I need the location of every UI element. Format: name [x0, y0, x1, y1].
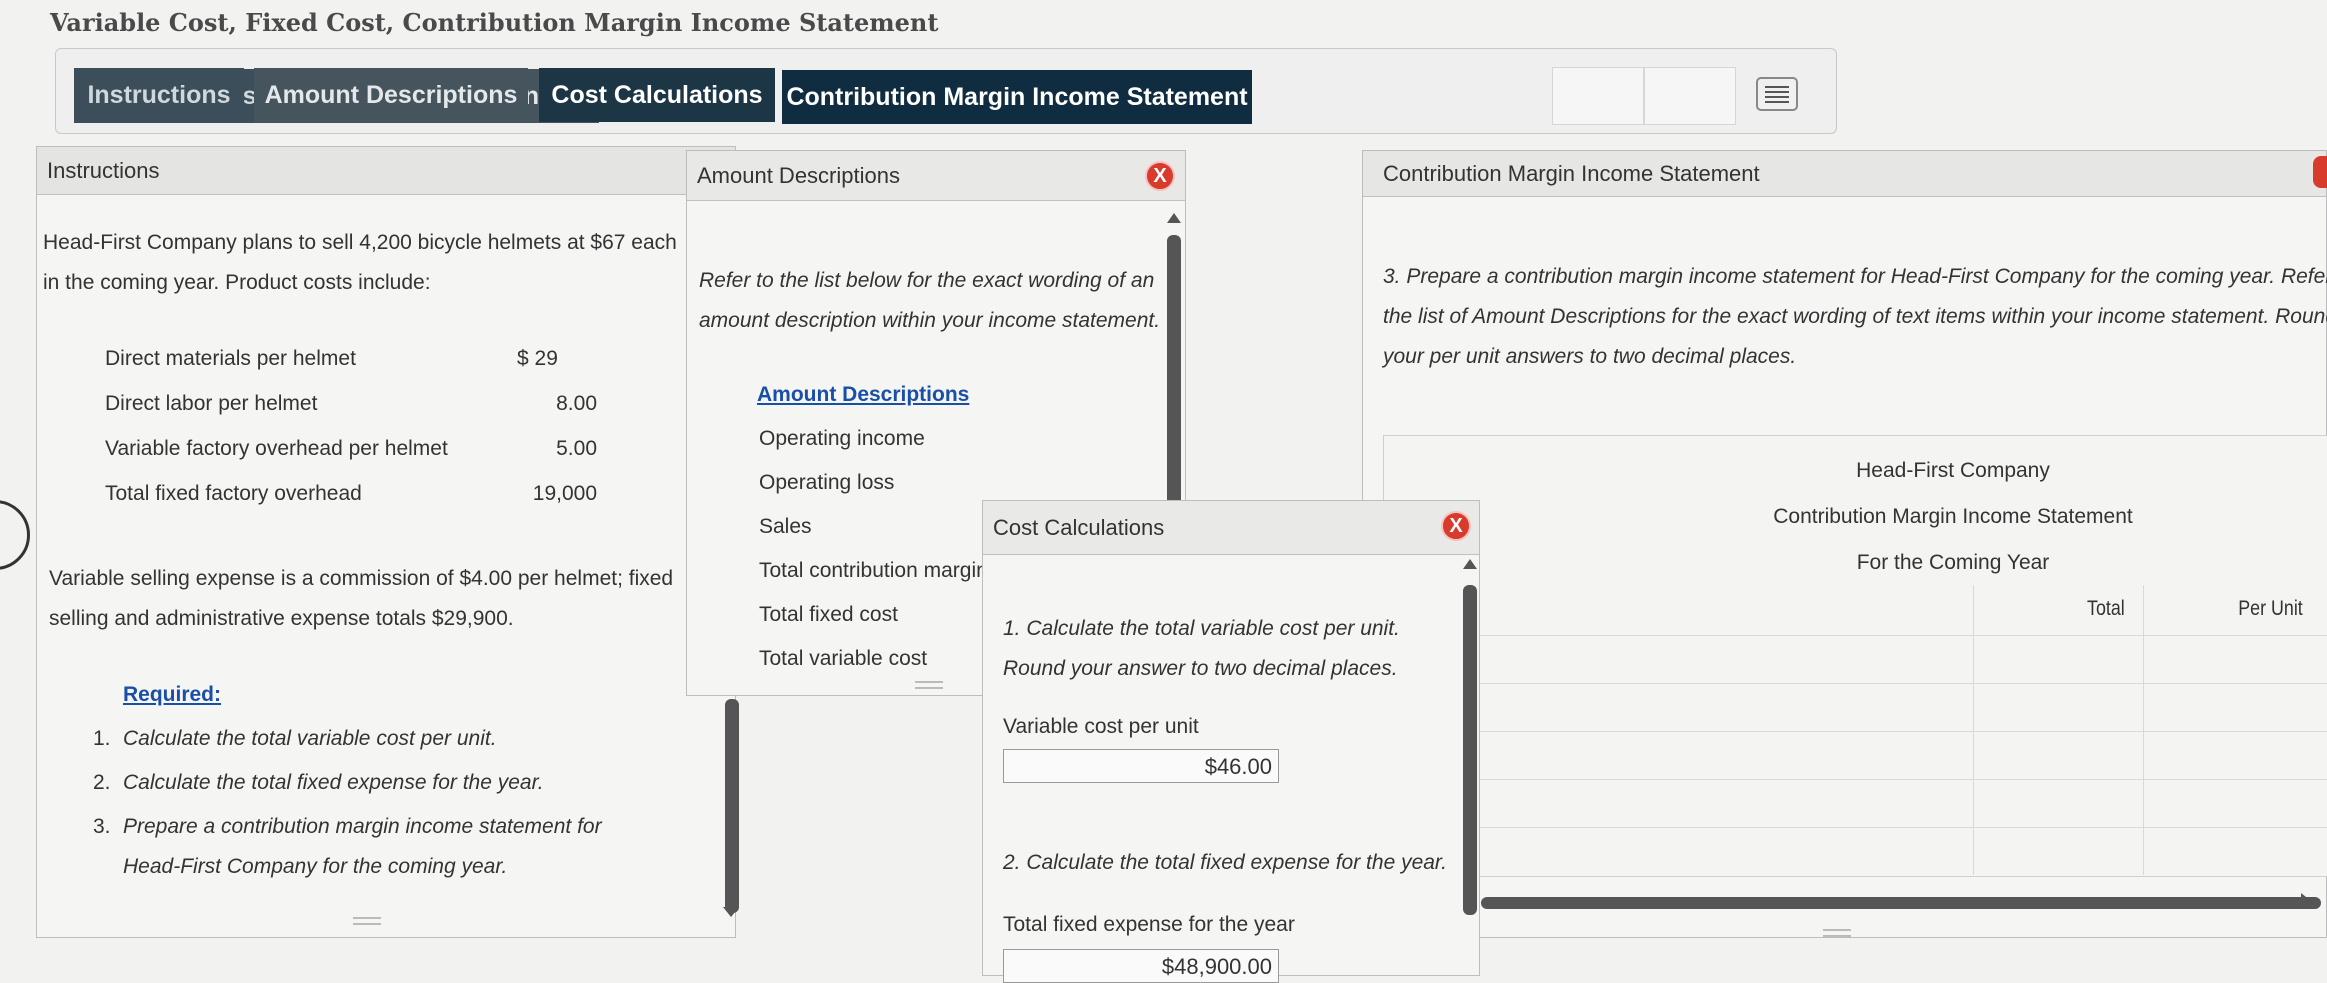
- q1-line1: 1. Calculate the total variable cost per…: [1003, 617, 1400, 640]
- cm-instructions-line2: the list of Amount Descriptions for the …: [1383, 305, 2327, 328]
- column-header-total: Total: [2087, 597, 2125, 620]
- menu-icon[interactable]: [1756, 77, 1798, 111]
- required-item: Prepare a contribution margin income sta…: [123, 815, 602, 838]
- cost-label: Variable factory overhead per helmet: [105, 437, 448, 460]
- tab-instructions-face[interactable]: Instructions: [74, 68, 244, 122]
- page-title: Variable Cost, Fixed Cost, Contribution …: [50, 8, 939, 37]
- statement-period: For the Coming Year: [1856, 551, 2050, 574]
- cm-statement-panel: Contribution Margin Income Statement 3. …: [1362, 150, 2327, 938]
- required-num: 1.: [93, 727, 111, 750]
- q1-line2: Round your answer to two decimal places.: [1003, 657, 1398, 680]
- toolbar-box-2[interactable]: [1644, 67, 1736, 125]
- cm-horizontal-scrollbar[interactable]: [1481, 897, 2321, 909]
- close-icon[interactable]: X: [1145, 161, 1175, 191]
- required-link[interactable]: Required:: [123, 683, 221, 707]
- instructions-header: Instructions: [37, 147, 735, 195]
- required-num: 2.: [93, 771, 111, 794]
- cost-value: 8.00: [556, 392, 597, 415]
- amount-description-item: Sales: [759, 515, 812, 538]
- required-item-cont: Head-First Company for the coming year.: [123, 855, 508, 878]
- tab-amount-descriptions-face[interactable]: Amount Descriptions: [254, 68, 528, 122]
- amount-description-item: Operating loss: [759, 471, 895, 494]
- variable-cost-input[interactable]: $46.00: [1003, 749, 1279, 783]
- cm-statement-table: [1383, 435, 2327, 877]
- tab-contribution-margin-income-statement[interactable]: Contribution Margin Income Statement: [782, 70, 1252, 124]
- amount-description-item: Total contribution margin: [759, 559, 988, 582]
- required-num: 3.: [93, 815, 111, 838]
- scroll-up-icon[interactable]: [1463, 559, 1477, 569]
- cost-value: $ 29: [517, 347, 558, 370]
- amount-description-item: Total fixed cost: [759, 603, 898, 626]
- amount-description-item: Operating income: [759, 427, 925, 450]
- variable-cost-label: Variable cost per unit: [1003, 715, 1199, 738]
- cost-calculations-panel: Cost Calculations X 1. Calculate the tot…: [982, 500, 1480, 983]
- resize-grip[interactable]: [1823, 929, 1851, 937]
- cm-instructions-line3: your per unit answers to two decimal pla…: [1383, 345, 1797, 368]
- cost-value: 19,000: [532, 482, 597, 505]
- cost-label: Direct labor per helmet: [105, 392, 318, 415]
- selling-expense-line2: selling and administrative expense total…: [49, 607, 514, 630]
- scroll-down-icon[interactable]: [723, 907, 739, 917]
- column-header-per-unit: Per Unit: [2238, 597, 2303, 620]
- toolbar-box-1[interactable]: [1552, 67, 1644, 125]
- cost-value: 5.00: [556, 437, 597, 460]
- edge-close-icon[interactable]: [2313, 156, 2327, 188]
- instructions-intro-line2: in the coming year. Product costs includ…: [43, 271, 431, 294]
- instructions-intro-line1: Head-First Company plans to sell 4,200 b…: [43, 231, 677, 254]
- fixed-expense-label: Total fixed expense for the year: [1003, 913, 1295, 936]
- statement-title: Contribution Margin Income Statement: [1773, 505, 2133, 528]
- scroll-up-icon[interactable]: [1167, 213, 1181, 223]
- close-icon[interactable]: X: [1441, 511, 1471, 541]
- amount-desc-intro-line1: Refer to the list below for the exact wo…: [699, 269, 1155, 292]
- resize-grip[interactable]: [353, 917, 381, 925]
- required-item: Calculate the total variable cost per un…: [123, 727, 497, 750]
- cm-instructions-line1: 3. Prepare a contribution margin income …: [1383, 265, 2327, 288]
- fixed-expense-input[interactable]: $48,900.00: [1003, 949, 1279, 983]
- cost-label: Total fixed factory overhead: [105, 482, 362, 505]
- instructions-scrollbar[interactable]: [725, 699, 739, 913]
- amount-description-item: Total variable cost: [759, 647, 928, 670]
- edge-circle: [0, 500, 30, 570]
- q2-text: 2. Calculate the total fixed expense for…: [1003, 851, 1447, 874]
- amount-desc-intro-line2: amount description within your income st…: [699, 309, 1161, 332]
- tab-cost-calculations[interactable]: Cost Calculations: [539, 68, 775, 122]
- resize-grip[interactable]: [915, 681, 943, 689]
- amount-descriptions-header: Amount Descriptions: [687, 151, 1185, 201]
- instructions-panel: Instructions Head-First Company plans to…: [36, 146, 739, 938]
- cost-calculations-header: Cost Calculations: [983, 501, 1479, 555]
- cost-label: Direct materials per helmet: [105, 347, 356, 370]
- cm-statement-header: Contribution Margin Income Statement: [1363, 151, 2326, 197]
- required-item: Calculate the total fixed expense for th…: [123, 771, 544, 794]
- amount-descriptions-list-title[interactable]: Amount Descriptions: [757, 383, 969, 407]
- scroll-right-icon[interactable]: [2301, 893, 2311, 909]
- company-name: Head-First Company: [1856, 459, 2050, 482]
- cost-calc-scrollbar[interactable]: [1463, 585, 1477, 915]
- selling-expense-line1: Variable selling expense is a commission…: [49, 567, 674, 590]
